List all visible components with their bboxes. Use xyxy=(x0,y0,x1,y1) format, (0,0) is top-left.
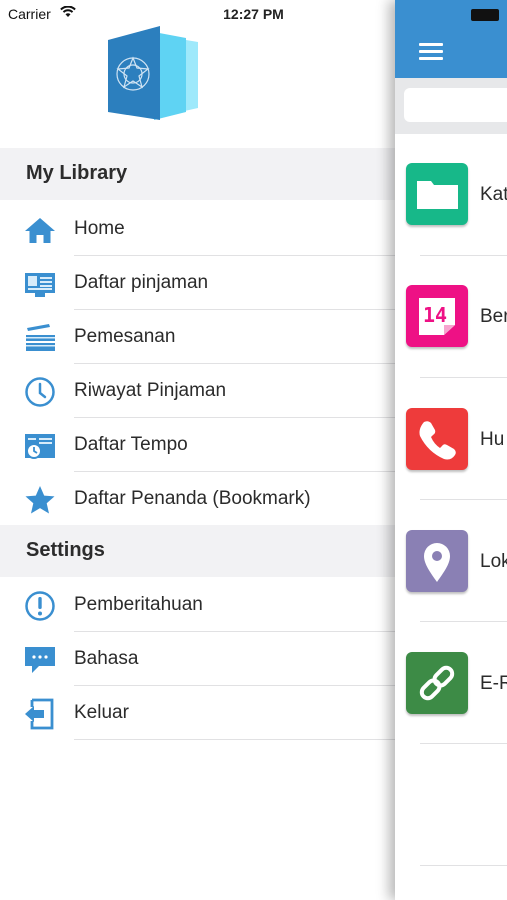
hamburger-menu-icon[interactable] xyxy=(419,43,443,61)
star-icon xyxy=(25,486,55,514)
tile-e-resources[interactable] xyxy=(406,652,468,714)
tile-label: E-R xyxy=(480,673,507,694)
logout-icon xyxy=(25,698,54,730)
alert-icon xyxy=(25,591,55,621)
tile-label: Hu xyxy=(480,429,505,450)
menu-item-riwayat-pinjaman[interactable]: Riwayat Pinjaman xyxy=(0,364,395,418)
tile-label: Ber xyxy=(480,306,507,327)
link-icon xyxy=(419,665,455,701)
divider xyxy=(420,865,507,866)
clock-icon xyxy=(25,377,55,407)
phone-icon xyxy=(419,421,456,460)
menu-item-daftar-pinjaman[interactable]: Daftar pinjaman xyxy=(0,256,395,310)
menu-item-label: Daftar Penanda (Bookmark) xyxy=(74,488,311,509)
search-input[interactable] xyxy=(404,88,507,122)
library-logo xyxy=(108,26,198,120)
menu-item-label: Pemesanan xyxy=(74,326,176,347)
book-stack-icon xyxy=(26,324,55,351)
section-settings: Settings xyxy=(0,525,395,577)
section-my-library: My Library xyxy=(0,148,395,200)
divider xyxy=(420,377,507,378)
chat-bubble-icon xyxy=(25,647,55,673)
menu-item-label: Daftar Tempo xyxy=(74,434,188,455)
menu-item-label: Bahasa xyxy=(74,648,139,669)
tile-berita[interactable]: 14 xyxy=(406,285,468,347)
search-bar xyxy=(395,78,507,134)
menu-item-label: Daftar pinjaman xyxy=(74,272,209,293)
home-icon xyxy=(25,218,55,243)
tile-label: Kat xyxy=(480,184,507,205)
map-pin-icon xyxy=(424,543,450,582)
app-screen: { "status_bar": {"carrier": "Carrier", "… xyxy=(0,0,507,900)
divider xyxy=(420,743,507,744)
menu-item-daftar-tempo[interactable]: Daftar Tempo xyxy=(0,418,395,472)
menu-item-label: Riwayat Pinjaman xyxy=(74,380,227,401)
main-view-panel[interactable]: Kat 14 Ber Hu Lok E-R xyxy=(395,0,507,900)
tile-hubungi[interactable] xyxy=(406,408,468,470)
menu-item-label: Pemberitahuan xyxy=(74,594,203,615)
menu-item-pemesanan[interactable]: Pemesanan xyxy=(0,310,395,364)
due-date-icon xyxy=(25,434,55,459)
tile-lokasi[interactable] xyxy=(406,530,468,592)
tile-katalog[interactable] xyxy=(406,163,468,225)
divider xyxy=(420,621,507,622)
menu-item-keluar[interactable]: Keluar xyxy=(0,686,395,740)
folder-icon xyxy=(417,181,458,209)
divider xyxy=(420,255,507,256)
catalog-card-icon xyxy=(25,273,55,297)
battery-icon xyxy=(471,9,499,21)
navigation-bar xyxy=(395,0,507,78)
divider xyxy=(74,739,395,740)
divider xyxy=(420,499,507,500)
menu-item-home[interactable]: Home xyxy=(0,202,395,256)
menu-item-daftar-penanda[interactable]: Daftar Penanda (Bookmark) xyxy=(0,472,395,526)
tile-label: Lok xyxy=(480,551,507,572)
menu-item-pemberitahuan[interactable]: Pemberitahuan xyxy=(0,578,395,632)
menu-item-label: Keluar xyxy=(74,702,129,723)
menu-item-label: Home xyxy=(74,218,125,239)
menu-item-bahasa[interactable]: Bahasa xyxy=(0,632,395,686)
calendar-day: 14 xyxy=(423,303,448,327)
